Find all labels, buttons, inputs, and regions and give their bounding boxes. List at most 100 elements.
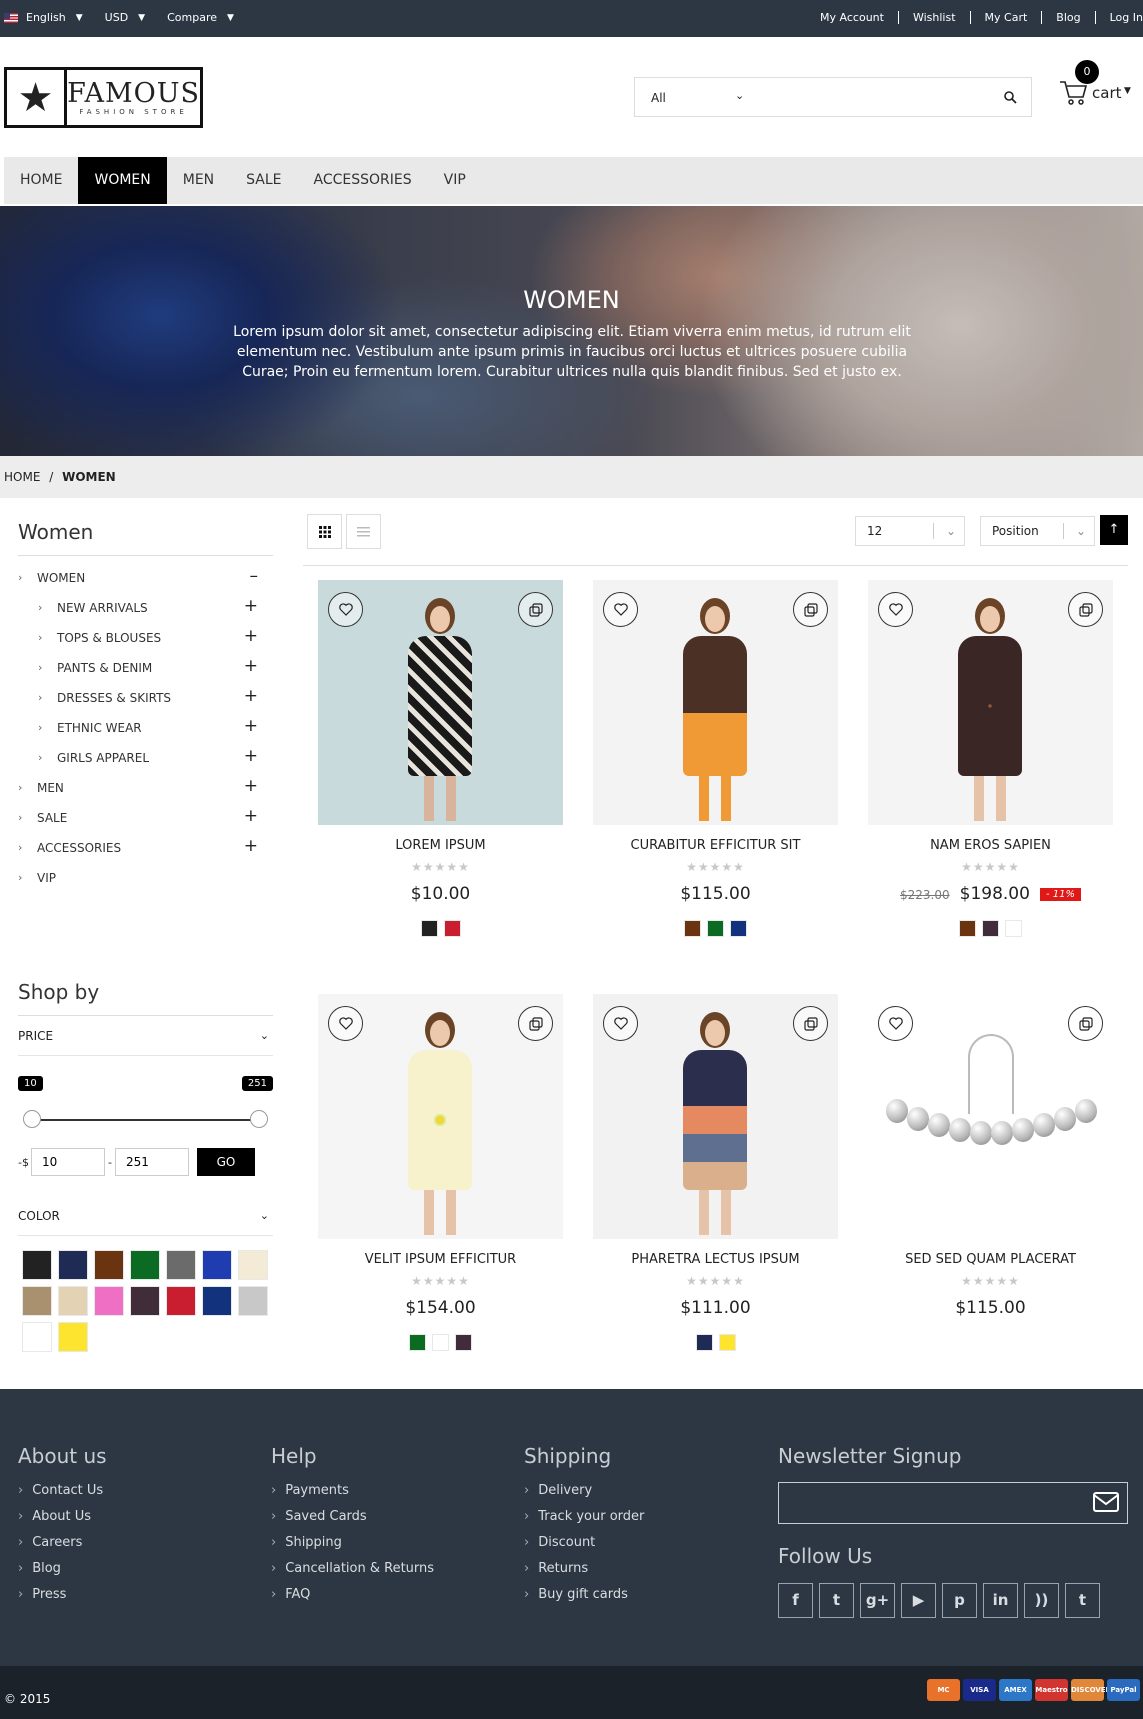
color-filter-header[interactable]: COLOR ⌄ [18,1196,273,1236]
footer-link[interactable]: Track your order [524,1504,644,1530]
expand-icon[interactable]: + [244,778,258,795]
expand-icon[interactable]: + [244,628,258,645]
product-color-swatch[interactable] [959,920,976,937]
sort-select[interactable]: Position ⌄ [980,516,1095,546]
wishlist-heart-icon[interactable] [328,1006,363,1041]
compare-icon[interactable] [518,1006,553,1041]
product-color-swatch[interactable] [1005,920,1022,937]
product-color-swatch[interactable] [695,1334,713,1351]
product-card[interactable]: VELIT IPSUM EFFICITUR ★★★★★ $154.00 [318,994,563,1351]
search-category-select[interactable]: All [651,91,666,105]
compare-icon[interactable] [793,592,828,627]
product-name[interactable]: PHARETRA LECTUS IPSUM [593,1252,838,1268]
compare-icon[interactable] [793,1006,828,1041]
product-color-swatch[interactable] [982,920,999,937]
color-swatch[interactable] [22,1250,52,1280]
product-name[interactable]: SED SED QUAM PLACERAT [868,1252,1113,1268]
limit-select[interactable]: 12 ⌄ [855,516,965,546]
wishlist-heart-icon[interactable] [603,1006,638,1041]
product-color-swatch[interactable] [420,920,438,937]
nav-women[interactable]: WOMEN [78,157,167,204]
cart-widget[interactable]: 0 cart ▼ [1058,60,1134,110]
color-swatch[interactable] [94,1286,124,1316]
log-in-link[interactable]: Log In [1094,11,1143,24]
product-color-swatch[interactable] [718,1334,736,1351]
category-item[interactable]: › PANTS & DENIM + [18,658,273,690]
footer-link[interactable]: Careers [18,1530,107,1556]
color-swatch[interactable] [202,1286,232,1316]
product-card[interactable]: LOREM IPSUM ★★★★★ $10.00 [318,580,563,937]
product-color-swatch[interactable] [409,1334,426,1351]
sort-direction-button[interactable]: ↑ [1100,515,1128,545]
footer-link[interactable]: Blog [18,1556,107,1582]
product-color-swatch[interactable] [707,920,724,937]
price-filter-header[interactable]: PRICE ⌄ [18,1016,273,1056]
category-item[interactable]: › NEW ARRIVALS + [18,598,273,630]
nav-men[interactable]: MEN [167,157,230,204]
wishlist-heart-icon[interactable] [878,1006,913,1041]
product-card[interactable]: PHARETRA LECTUS IPSUM ★★★★★ $111.00 [593,994,838,1351]
expand-icon[interactable]: + [244,808,258,825]
product-card[interactable]: SED SED QUAM PLACERAT ★★★★★ $115.00 [868,994,1113,1334]
product-image[interactable] [318,580,563,825]
product-card[interactable]: CURABITUR EFFICITUR SIT ★★★★★ $115.00 [593,580,838,937]
category-item[interactable]: › MEN + [18,778,273,810]
search-icon[interactable] [1003,90,1017,104]
compare-menu[interactable]: Compare ▼ [167,11,234,24]
color-swatch[interactable] [58,1250,88,1280]
youtube-icon[interactable]: ▶ [901,1583,936,1618]
wishlist-link[interactable]: Wishlist [897,11,970,24]
category-item[interactable]: › GIRLS APPAREL + [18,748,273,780]
nav-vip[interactable]: VIP [428,157,482,204]
footer-link[interactable]: Saved Cards [271,1504,434,1530]
product-color-swatch[interactable] [432,1334,449,1351]
expand-icon[interactable]: + [244,838,258,855]
collapse-icon[interactable]: – [250,568,259,585]
footer-link[interactable]: Payments [271,1478,434,1504]
footer-link[interactable]: FAQ [271,1582,434,1608]
pinterest-icon[interactable]: p [942,1583,977,1618]
category-item[interactable]: › SALE + [18,808,273,840]
price-min-input[interactable] [30,1148,105,1176]
wishlist-heart-icon[interactable] [603,592,638,627]
nav-sale[interactable]: SALE [230,157,297,204]
wishlist-heart-icon[interactable] [878,592,913,627]
currency-selector[interactable]: USD ▼ [105,11,145,24]
price-slider[interactable]: 10 251 -$ - GO [18,1076,273,1176]
facebook-icon[interactable]: f [778,1583,813,1618]
product-color-swatch[interactable] [730,920,747,937]
compare-icon[interactable] [1068,592,1103,627]
rss-icon[interactable]: )) [1024,1583,1059,1618]
category-item[interactable]: › DRESSES & SKIRTS + [18,688,273,720]
color-swatch[interactable] [94,1250,124,1280]
compare-icon[interactable] [518,592,553,627]
color-swatch[interactable] [238,1286,268,1316]
footer-link[interactable]: About Us [18,1504,107,1530]
expand-icon[interactable]: + [244,718,258,735]
product-name[interactable]: CURABITUR EFFICITUR SIT [593,838,838,854]
product-image[interactable] [593,994,838,1239]
product-image[interactable] [868,994,1113,1239]
product-name[interactable]: NAM EROS SAPIEN [868,838,1113,854]
category-item[interactable]: › ACCESSORIES + [18,838,273,870]
nav-accessories[interactable]: ACCESSORIES [298,157,428,204]
product-color-swatch[interactable] [455,1334,472,1351]
my-cart-link[interactable]: My Cart [969,11,1042,24]
expand-icon[interactable]: + [244,748,258,765]
product-name[interactable]: VELIT IPSUM EFFICITUR [318,1252,563,1268]
expand-icon[interactable]: + [244,658,258,675]
footer-link[interactable]: Contact Us [18,1478,107,1504]
store-logo[interactable]: ★ FAMOUS FASHION STORE [4,67,203,128]
search-bar[interactable]: All ⌄ [634,77,1032,117]
linkedin-icon[interactable]: in [983,1583,1018,1618]
color-swatch[interactable] [130,1250,160,1280]
compare-icon[interactable] [1068,1006,1103,1041]
my-account-link[interactable]: My Account [806,11,898,24]
footer-link[interactable]: Press [18,1582,107,1608]
product-image[interactable] [868,580,1113,825]
blog-link[interactable]: Blog [1041,11,1094,24]
category-item[interactable]: › TOPS & BLOUSES + [18,628,273,660]
color-swatch[interactable] [22,1286,52,1316]
product-color-swatch[interactable] [684,920,701,937]
color-swatch[interactable] [58,1286,88,1316]
